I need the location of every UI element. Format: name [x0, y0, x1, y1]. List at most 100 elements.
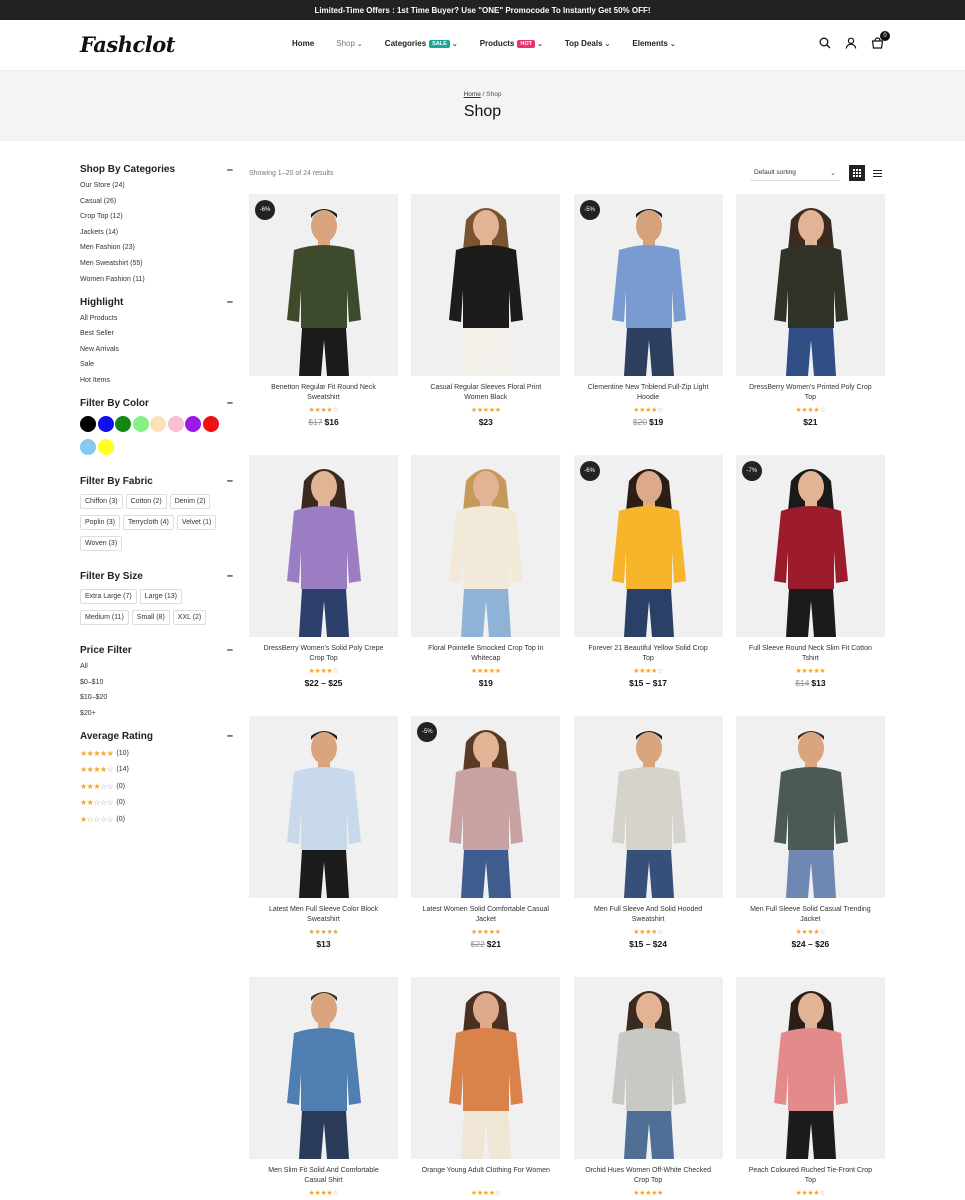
- filter-link[interactable]: All Products: [80, 315, 233, 322]
- product-title[interactable]: Floral Pointelle Smocked Crop Top In Whi…: [411, 644, 560, 664]
- product-image[interactable]: -7%: [735, 455, 885, 637]
- product-card[interactable]: Latest Men Full Sleeve Color Block Sweat…: [249, 716, 398, 949]
- price-filter-link[interactable]: $20+: [80, 710, 233, 717]
- cart-icon[interactable]: 0: [869, 31, 890, 51]
- product-card[interactable]: -6% Forever 21 Beautiful Yellow Solid Cro…: [573, 455, 723, 688]
- product-title[interactable]: Men Full Sleeve And Solid Hooded Sweatsh…: [574, 905, 723, 925]
- product-card[interactable]: -5% Latest Women Solid Comfortable Casual…: [411, 716, 561, 949]
- minus-icon[interactable]: –: [227, 476, 233, 487]
- product-title[interactable]: Men Slim Fit Solid And Comfortable Casua…: [249, 1166, 398, 1186]
- product-image[interactable]: -6%: [249, 194, 398, 376]
- filter-tag[interactable]: Large (13): [139, 588, 182, 604]
- product-image[interactable]: [249, 455, 398, 637]
- filter-heading-categories[interactable]: Shop By Categories –: [80, 164, 233, 175]
- product-image[interactable]: [735, 977, 885, 1159]
- filter-tag[interactable]: XXL (2): [172, 609, 207, 625]
- color-swatch[interactable]: [97, 438, 114, 455]
- filter-link[interactable]: Our Store (24): [80, 182, 233, 189]
- filter-link[interactable]: Best Seller: [80, 330, 233, 337]
- rating-filter-row[interactable]: ★★★☆☆ (0): [80, 782, 233, 791]
- filter-link[interactable]: Hot Items: [80, 377, 233, 384]
- product-image[interactable]: -6%: [573, 455, 723, 637]
- product-card[interactable]: Casual Regular Sleeves Floral Print Wome…: [411, 194, 561, 427]
- product-card[interactable]: DressBerry Women's Solid Poly Crepe Crop…: [249, 455, 398, 688]
- color-swatch[interactable]: [167, 415, 184, 432]
- product-title[interactable]: Latest Women Solid Comfortable Casual Ja…: [411, 905, 560, 925]
- product-card[interactable]: DressBerry Women's Printed Poly Crop Top…: [735, 194, 885, 427]
- minus-icon[interactable]: –: [227, 398, 233, 409]
- product-image[interactable]: [735, 194, 885, 376]
- color-swatch[interactable]: [150, 415, 166, 432]
- filter-heading-fabric[interactable]: Filter By Fabric –: [80, 476, 233, 487]
- minus-icon[interactable]: –: [227, 297, 233, 308]
- product-image[interactable]: [249, 716, 398, 898]
- filter-link[interactable]: Casual (26): [80, 198, 233, 205]
- product-image[interactable]: [573, 716, 723, 898]
- list-view-button[interactable]: [869, 165, 885, 181]
- price-filter-link[interactable]: $10–$20: [80, 694, 233, 701]
- color-swatch[interactable]: [97, 415, 114, 432]
- filter-tag[interactable]: Denim (2): [169, 493, 211, 509]
- filter-heading-highlight[interactable]: Highlight –: [80, 297, 233, 308]
- filter-tag[interactable]: Cotton (2): [125, 493, 167, 509]
- product-card[interactable]: Peach Coloured Ruched Tie-Front Crop Top…: [735, 977, 885, 1200]
- product-image[interactable]: [411, 194, 561, 376]
- filter-tag[interactable]: Chiffon (3): [80, 493, 123, 509]
- filter-tag[interactable]: Terrycloth (4): [122, 514, 174, 530]
- product-image[interactable]: [735, 716, 885, 898]
- rating-filter-row[interactable]: ★☆☆☆☆ (0): [80, 815, 233, 824]
- product-title[interactable]: Clementine New Triblend Full-Zip Light H…: [574, 383, 723, 403]
- filter-heading-size[interactable]: Filter By Size –: [80, 571, 233, 582]
- sort-select[interactable]: Default sorting ⌄: [750, 166, 840, 181]
- product-title[interactable]: Peach Coloured Ruched Tie-Front Crop Top: [736, 1166, 885, 1186]
- filter-link[interactable]: Women Fashion (11): [80, 276, 233, 283]
- filter-link[interactable]: New Arrivals: [80, 346, 233, 353]
- product-card[interactable]: -7% Full Sleeve Round Neck Slim Fit Cotto…: [735, 455, 885, 688]
- product-card[interactable]: Men Full Sleeve And Solid Hooded Sweatsh…: [573, 716, 723, 949]
- product-title[interactable]: DressBerry Women's Solid Poly Crepe Crop…: [249, 644, 398, 664]
- nav-item-home[interactable]: Home: [292, 39, 314, 48]
- product-title[interactable]: Full Sleeve Round Neck Slim Fit Cotton T…: [736, 644, 885, 664]
- minus-icon[interactable]: –: [227, 645, 233, 656]
- product-image[interactable]: -5%: [573, 194, 723, 376]
- filter-heading-color[interactable]: Filter By Color –: [80, 398, 233, 409]
- product-title[interactable]: Latest Men Full Sleeve Color Block Sweat…: [249, 905, 398, 925]
- filter-tag[interactable]: Medium (11): [80, 609, 129, 625]
- product-image[interactable]: [573, 977, 723, 1159]
- color-swatch[interactable]: [202, 415, 219, 432]
- filter-tag[interactable]: Woven (3): [80, 535, 123, 551]
- product-title[interactable]: Forever 21 Beautiful Yellow Solid Crop T…: [574, 644, 723, 664]
- filter-tag[interactable]: Poplin (3): [80, 514, 120, 530]
- price-filter-link[interactable]: $0–$10: [80, 679, 233, 686]
- minus-icon[interactable]: –: [227, 571, 233, 582]
- product-card[interactable]: Orchid Hues Women Off-White Checked Crop…: [573, 977, 723, 1200]
- product-image[interactable]: [411, 455, 561, 637]
- filter-tag[interactable]: Extra Large (7): [80, 588, 137, 604]
- product-title[interactable]: DressBerry Women's Printed Poly Crop Top: [736, 383, 885, 403]
- product-card[interactable]: Floral Pointelle Smocked Crop Top In Whi…: [411, 455, 561, 688]
- product-card[interactable]: -5% Clementine New Triblend Full-Zip Ligh…: [573, 194, 723, 427]
- user-icon[interactable]: [843, 35, 859, 51]
- product-card[interactable]: Men Slim Fit Solid And Comfortable Casua…: [249, 977, 398, 1200]
- minus-icon[interactable]: –: [227, 164, 233, 175]
- rating-filter-row[interactable]: ★★☆☆☆ (0): [80, 798, 233, 807]
- product-image[interactable]: [411, 977, 561, 1159]
- nav-item-top-deals[interactable]: Top Deals ⌄: [565, 39, 611, 48]
- filter-link[interactable]: Men Sweatshirt (55): [80, 260, 233, 267]
- nav-item-products[interactable]: Products HOT ⌄: [480, 39, 543, 48]
- rating-filter-row[interactable]: ★★★★★ (10): [80, 749, 233, 758]
- color-swatch[interactable]: [80, 438, 96, 455]
- product-title[interactable]: Orange Young Adult Clothing For Women: [411, 1166, 560, 1186]
- product-card[interactable]: Men Full Sleeve Solid Casual Trending Ja…: [735, 716, 885, 949]
- filter-link[interactable]: Men Fashion (23): [80, 244, 233, 251]
- rating-filter-row[interactable]: ★★★★☆ (14): [80, 765, 233, 774]
- filter-heading-price[interactable]: Price Filter –: [80, 645, 233, 656]
- filter-heading-rating[interactable]: Average Rating –: [80, 731, 233, 742]
- product-title[interactable]: Benetton Regular Fit Round Neck Sweatshi…: [249, 383, 398, 403]
- product-title[interactable]: Men Full Sleeve Solid Casual Trending Ja…: [736, 905, 885, 925]
- nav-item-categories[interactable]: Categories SALE ⌄: [385, 39, 458, 48]
- grid-view-button[interactable]: [849, 165, 865, 181]
- product-image[interactable]: -5%: [411, 716, 561, 898]
- minus-icon[interactable]: –: [227, 731, 233, 742]
- filter-tag[interactable]: Velvet (1): [176, 514, 217, 530]
